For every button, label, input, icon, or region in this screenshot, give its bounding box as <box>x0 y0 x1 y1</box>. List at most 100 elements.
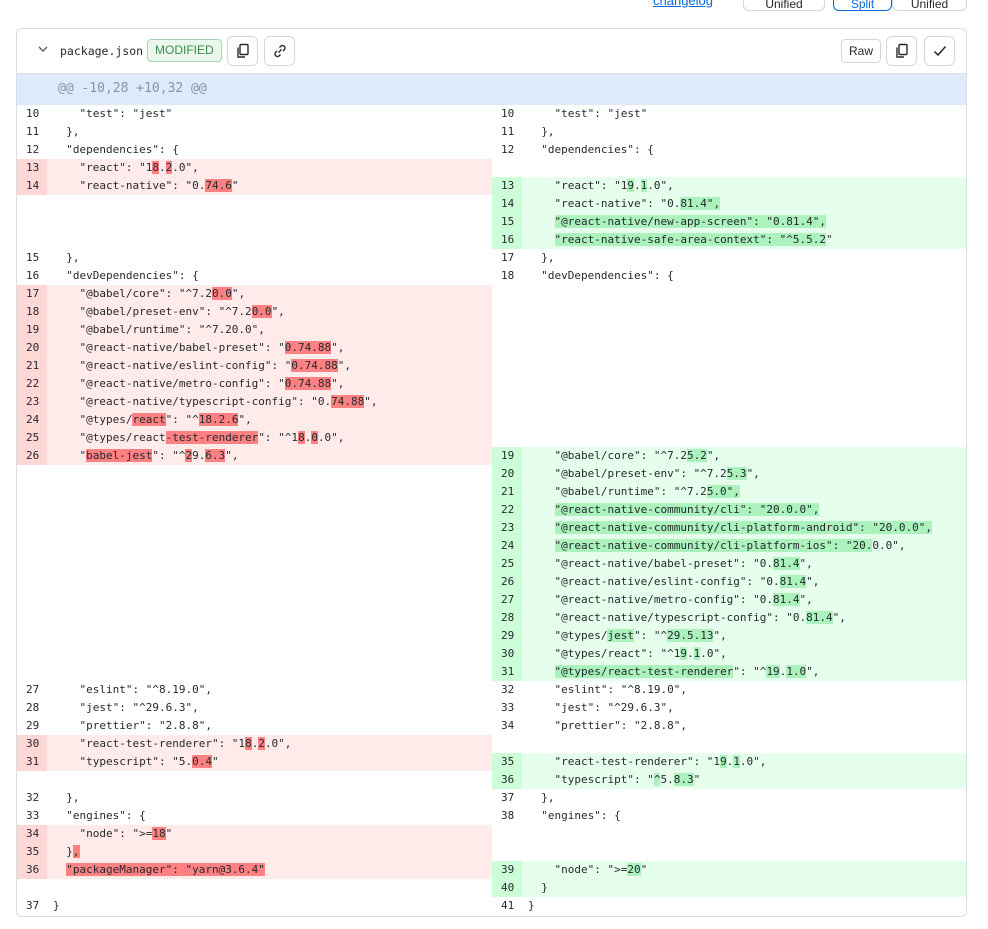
code-token: " <box>826 233 833 246</box>
line-code: "jest": "^29.6.3", <box>528 699 673 717</box>
old-line-row: 13 "react": "18.2.0", <box>17 159 492 177</box>
line-number[interactable]: 37 <box>17 897 47 915</box>
line-code: "jest": "^29.6.3", <box>53 699 198 717</box>
line-number[interactable]: 22 <box>17 375 47 393</box>
line-number[interactable]: 38 <box>492 807 522 825</box>
line-number[interactable]: 13 <box>17 159 47 177</box>
code-token: }, <box>528 791 555 804</box>
line-number[interactable]: 33 <box>492 699 522 717</box>
line-code: "@react-native/babel-preset": "0.74.88", <box>53 339 344 357</box>
line-number[interactable]: 27 <box>492 591 522 609</box>
line-number[interactable]: 26 <box>492 573 522 591</box>
line-number[interactable]: 16 <box>17 267 47 285</box>
changed-token: 0.0 <box>211 287 232 300</box>
line-number[interactable]: 39 <box>492 861 522 879</box>
code-token: }, <box>53 791 80 804</box>
changed-token: "@types/react-test-renderer <box>554 665 734 678</box>
line-number[interactable]: 34 <box>492 717 522 735</box>
copy-file-button[interactable] <box>886 36 917 66</box>
line-code: "prettier": "2.8.8", <box>528 717 686 735</box>
line-number[interactable]: 31 <box>17 753 47 771</box>
line-number[interactable]: 15 <box>17 249 47 267</box>
line-number[interactable]: 35 <box>492 753 522 771</box>
line-number[interactable]: 19 <box>492 447 522 465</box>
line-number[interactable]: 34 <box>17 825 47 843</box>
changed-token: 0.4 <box>192 755 212 768</box>
line-number[interactable]: 23 <box>492 519 522 537</box>
line-number[interactable]: 30 <box>492 645 522 663</box>
line-number[interactable]: 11 <box>17 123 47 141</box>
code-token: "@react-native/typescript-config": "0. <box>528 611 807 624</box>
line-number[interactable]: 10 <box>17 105 47 123</box>
line-number[interactable]: 21 <box>492 483 522 501</box>
line-number[interactable]: 40 <box>492 879 522 897</box>
line-number[interactable]: 13 <box>492 177 522 195</box>
line-code: "@babel/runtime": "^7.20.0", <box>53 321 264 339</box>
new-line-row: 35 "react-test-renderer": "19.1.0", <box>492 753 966 771</box>
changed-token: "@react-native/new-app-screen": "0.81.4"… <box>554 215 827 228</box>
line-number[interactable]: 32 <box>492 681 522 699</box>
line-number[interactable]: 17 <box>492 249 522 267</box>
old-line-row: 26 "babel-jest": "^29.6.3", <box>17 447 492 465</box>
line-number[interactable]: 37 <box>492 789 522 807</box>
changelog-link[interactable]: changelog <box>653 0 713 8</box>
copy-path-button[interactable] <box>227 36 258 66</box>
line-number[interactable]: 21 <box>17 357 47 375</box>
line-number[interactable]: 22 <box>492 501 522 519</box>
line-number[interactable]: 14 <box>17 177 47 195</box>
line-number[interactable]: 12 <box>17 141 47 159</box>
line-number[interactable]: 33 <box>17 807 47 825</box>
changed-token: 8 <box>298 431 305 444</box>
line-number[interactable]: 32 <box>17 789 47 807</box>
code-token: " <box>53 449 87 462</box>
copy-link-button[interactable] <box>264 36 295 66</box>
line-number[interactable]: 14 <box>492 195 522 213</box>
line-number[interactable]: 28 <box>492 609 522 627</box>
code-token: "@react-native/eslint-config": "0. <box>528 575 780 588</box>
line-number[interactable]: 41 <box>492 897 522 915</box>
changed-token: "@react-native-community/cli": "20.0.0", <box>554 503 820 516</box>
line-number[interactable]: 11 <box>492 123 522 141</box>
code-token: "@react-native/eslint-config": " <box>53 359 292 372</box>
line-number[interactable]: 20 <box>17 339 47 357</box>
line-code: "@react-native-community/cli": "20.0.0", <box>528 501 820 519</box>
line-number[interactable]: 12 <box>492 141 522 159</box>
line-number[interactable]: 25 <box>17 429 47 447</box>
line-number[interactable]: 29 <box>492 627 522 645</box>
line-code: "test": "jest" <box>53 105 172 123</box>
line-number[interactable]: 18 <box>17 303 47 321</box>
code-token: "react-native": "0. <box>528 197 681 210</box>
split-view-button[interactable]: Split <box>833 0 892 11</box>
line-number[interactable]: 26 <box>17 447 47 465</box>
line-number[interactable]: 19 <box>17 321 47 339</box>
line-number[interactable]: 30 <box>17 735 47 753</box>
view-option-button[interactable]: Unified <box>892 0 967 11</box>
new-line-row: 26 "@react-native/eslint-config": "0.81.… <box>492 573 966 591</box>
mark-viewed-button[interactable] <box>924 36 955 66</box>
chevron-down-icon[interactable] <box>36 42 50 56</box>
line-number[interactable]: 36 <box>17 861 47 879</box>
new-line-row: 16 "react-native-safe-area-context": "^5… <box>492 231 966 249</box>
line-number[interactable]: 36 <box>492 771 522 789</box>
line-number[interactable]: 27 <box>17 681 47 699</box>
unified-view-button[interactable]: Unified <box>743 0 825 11</box>
line-number[interactable]: 24 <box>17 411 47 429</box>
line-number[interactable]: 17 <box>17 285 47 303</box>
line-number[interactable]: 28 <box>17 699 47 717</box>
line-number[interactable]: 20 <box>492 465 522 483</box>
line-number[interactable]: 10 <box>492 105 522 123</box>
line-number[interactable]: 24 <box>492 537 522 555</box>
line-number[interactable]: 35 <box>17 843 47 861</box>
line-number[interactable]: 15 <box>492 213 522 231</box>
line-code: "babel-jest": "^29.6.3", <box>53 447 238 465</box>
raw-button[interactable]: Raw <box>841 39 881 63</box>
line-number[interactable]: 25 <box>492 555 522 573</box>
line-number[interactable]: 16 <box>492 231 522 249</box>
line-number[interactable]: 18 <box>492 267 522 285</box>
new-line-row: 39 "node": ">=20" <box>492 861 966 879</box>
line-number[interactable]: 23 <box>17 393 47 411</box>
line-number[interactable]: 31 <box>492 663 522 681</box>
line-number[interactable]: 29 <box>17 717 47 735</box>
